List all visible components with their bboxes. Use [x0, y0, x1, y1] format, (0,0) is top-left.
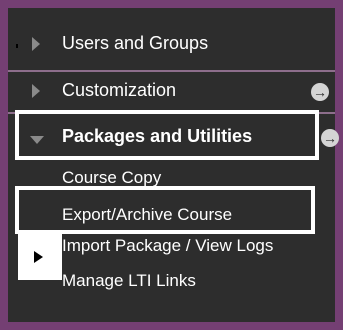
menu-item-users-and-groups[interactable]: Users and Groups: [8, 21, 335, 67]
triangle-right-icon: [34, 251, 43, 263]
menu-item-label: Customization: [62, 80, 177, 100]
menu-item-customization[interactable]: Customization →: [8, 68, 335, 114]
menu-frame: Users and Groups Customization → Package…: [0, 0, 343, 330]
flyout-toggle[interactable]: [18, 234, 62, 280]
circle-arrow-right-icon[interactable]: →: [311, 83, 329, 101]
caret-right-icon: [32, 84, 40, 98]
submenu-item-import-package[interactable]: Import Package / View Logs: [62, 236, 273, 256]
highlight-box: [15, 110, 319, 160]
menu-item-label: Users and Groups: [62, 33, 209, 53]
caret-right-icon: [32, 37, 40, 51]
submenu-item-manage-lti-links[interactable]: Manage LTI Links: [62, 271, 196, 291]
highlight-box: [15, 186, 315, 234]
circle-arrow-right-icon[interactable]: →: [321, 129, 339, 147]
submenu-item-course-copy[interactable]: Course Copy: [62, 168, 161, 188]
